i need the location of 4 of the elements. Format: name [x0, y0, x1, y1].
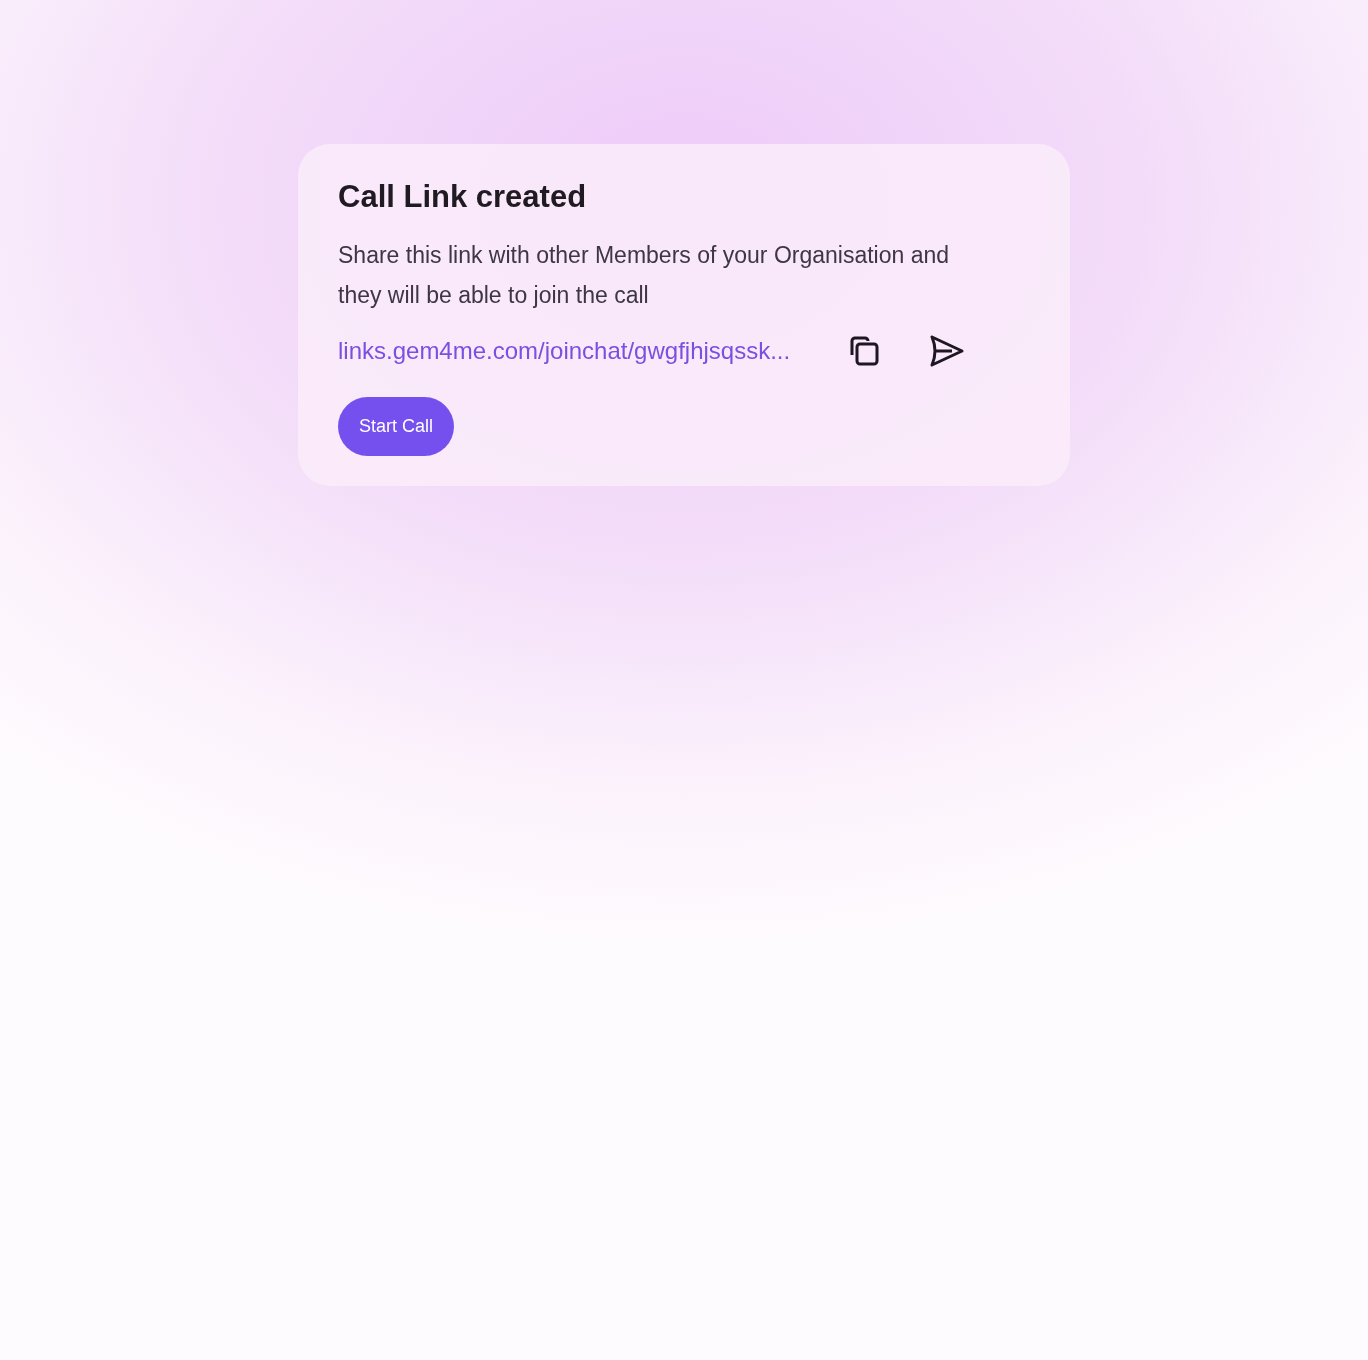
dialog-message: Share this link with other Members of your Organisation and they will be able to join the call	[338, 241, 951, 311]
dialog-title: Call Link created	[338, 178, 588, 216]
start-call-button[interactable]: Start Call	[338, 397, 455, 457]
call-link[interactable]: links.gem4me.com/joinchat/gwgfjhjsqssk...	[338, 333, 791, 370]
